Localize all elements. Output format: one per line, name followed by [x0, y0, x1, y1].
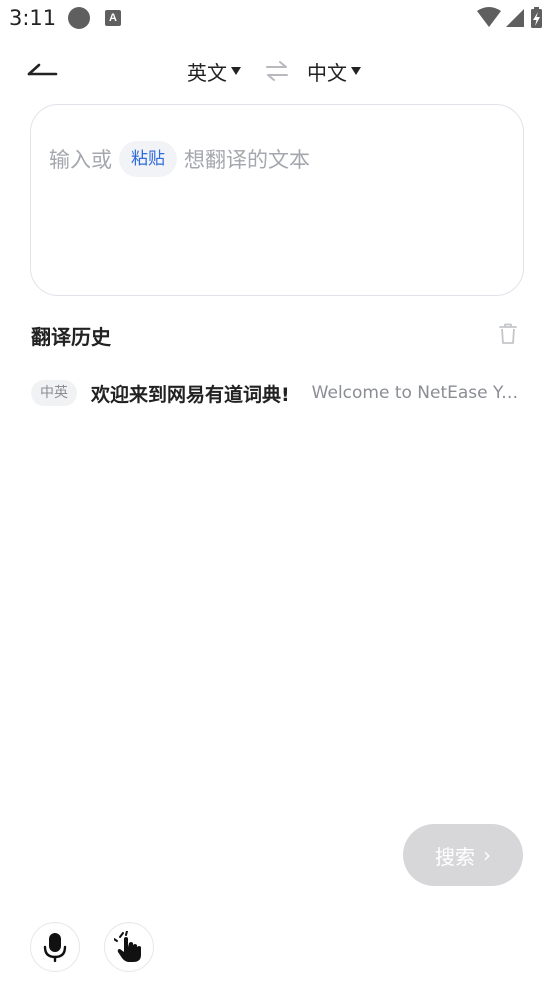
language-pair-badge: 中英 — [31, 380, 77, 406]
history-list-item[interactable]: 中英 欢迎来到网易有道词典! Welcome to NetEase Youdao… — [31, 373, 521, 413]
target-language-selector[interactable]: 中文 — [307, 56, 361, 86]
wifi-icon — [477, 7, 501, 27]
translate-screen: 3:11 A 英文 中文 输入或 粘贴 想翻译的文本 翻译历史 中英 欢迎来到网… — [0, 0, 554, 984]
search-button[interactable]: 搜索 › — [403, 824, 523, 886]
history-translation-text: Welcome to NetEase Youdao Dictionary! — [311, 383, 521, 403]
status-time: 3:11 — [9, 6, 57, 30]
target-language-label: 中文 — [307, 60, 347, 85]
swap-languages-button[interactable] — [264, 59, 290, 83]
tap-hand-icon — [114, 931, 141, 962]
gesture-translate-button[interactable] — [104, 922, 154, 972]
swap-arrows-icon — [266, 61, 288, 81]
arrow-left-icon — [27, 63, 58, 76]
history-title: 翻译历史 — [31, 325, 111, 349]
search-button-label: 搜索 — [435, 844, 475, 869]
translation-input-area[interactable]: 输入或 粘贴 想翻译的文本 — [30, 104, 524, 296]
paste-button[interactable]: 粘贴 — [119, 141, 177, 177]
notification-dot-icon — [68, 7, 90, 29]
battery-charging-icon — [531, 7, 542, 28]
status-icons — [476, 7, 546, 29]
microphone-icon — [43, 933, 67, 962]
source-language-label: 英文 — [187, 60, 227, 85]
placeholder-text-before: 输入或 — [49, 148, 112, 172]
signal-icon — [506, 9, 524, 27]
trash-icon — [499, 323, 517, 344]
input-placeholder: 输入或 粘贴 想翻译的文本 — [49, 141, 310, 177]
caret-down-icon — [351, 67, 361, 75]
chevron-right-icon: › — [483, 843, 491, 867]
placeholder-text-after: 想翻译的文本 — [184, 148, 310, 172]
back-button[interactable] — [24, 52, 64, 88]
clear-history-button[interactable] — [497, 322, 519, 346]
voice-input-button[interactable] — [30, 922, 80, 972]
caret-down-icon — [231, 67, 241, 75]
status-bar: 3:11 A — [0, 0, 554, 36]
source-language-selector[interactable]: 英文 — [187, 56, 241, 86]
history-source-text: 欢迎来到网易有道词典! — [91, 383, 290, 406]
app-notification-icon: A — [105, 10, 121, 26]
